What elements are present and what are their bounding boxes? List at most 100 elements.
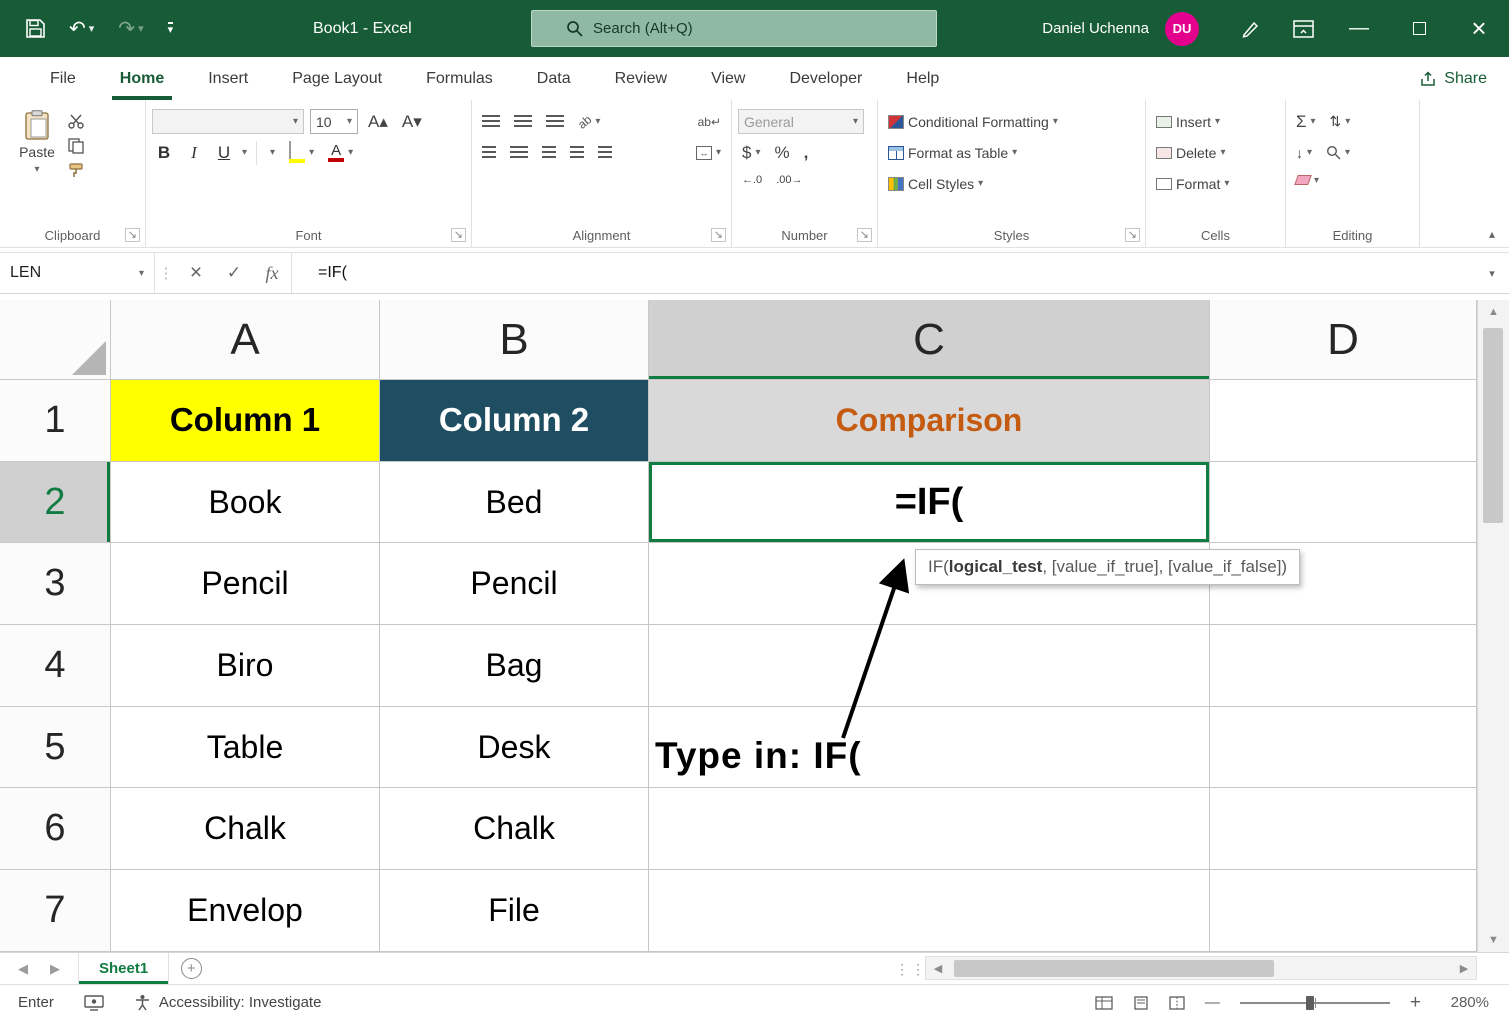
fill-color-button[interactable]: ▾ [285,140,318,165]
font-color-button[interactable]: A▾ [324,142,357,164]
conditional-formatting-button[interactable]: Conditional Formatting▾ [884,112,1062,132]
row-header-7[interactable]: 7 [0,870,111,952]
collapse-ribbon-icon[interactable]: ▴ [1489,227,1495,241]
user-name[interactable]: Daniel Uchenna [1042,20,1149,37]
cell-C1[interactable]: Comparison [649,380,1210,462]
scroll-left-icon[interactable]: ◀ [926,962,950,975]
undo-button[interactable]: ↶▾ [69,16,94,41]
tab-developer[interactable]: Developer [767,57,884,100]
decrease-decimal-button[interactable]: .00→ [772,172,806,188]
font-dialog-launcher-icon[interactable]: ↘ [451,228,466,242]
alignment-dialog-launcher-icon[interactable]: ↘ [711,228,726,242]
underline-dropdown-icon[interactable]: ▾ [242,147,247,158]
tab-file[interactable]: File [28,57,98,100]
cell-B1[interactable]: Column 2 [380,380,649,462]
cell-A4[interactable]: Biro [111,625,380,707]
cut-button[interactable] [68,114,85,129]
tab-home[interactable]: Home [98,57,186,100]
align-left-button[interactable] [478,144,500,161]
share-button[interactable]: Share [1420,57,1487,100]
cell-B3[interactable]: Pencil [380,543,649,625]
previous-sheet-icon[interactable]: ◀ [18,961,28,977]
normal-view-icon[interactable] [1095,996,1113,1010]
align-middle-button[interactable] [510,113,536,130]
page-layout-view-icon[interactable] [1133,996,1149,1010]
decrease-font-size-button[interactable]: A▾ [398,110,426,134]
bold-button[interactable]: B [152,143,176,163]
search-box[interactable]: Search (Alt+Q) [531,10,937,47]
redo-button[interactable]: ↷▾ [118,16,143,41]
autosum-button[interactable]: Σ▾ [1292,110,1320,134]
accessibility-status[interactable]: Accessibility: Investigate [134,994,322,1011]
align-top-button[interactable] [478,113,504,130]
cell-C4[interactable] [649,625,1210,707]
increase-decimal-button[interactable]: ←.0 [738,172,766,188]
find-select-button[interactable]: ▾ [1322,143,1354,162]
merge-center-button[interactable]: ↔▾ [692,144,725,162]
horizontal-scrollbar[interactable]: ◀ ▶ [925,956,1477,980]
formula-input[interactable]: =IF( [291,253,1475,293]
cell-B7[interactable]: File [380,870,649,952]
cell-D5[interactable] [1210,707,1477,789]
customize-quick-access-toolbar-icon[interactable]: ▾ [168,22,174,35]
column-header-B[interactable]: B [380,300,649,380]
decrease-indent-button[interactable] [566,144,588,161]
fill-button[interactable]: ↓▾ [1292,143,1316,163]
wrap-text-button[interactable]: ab↵ [694,113,725,131]
font-size-combobox[interactable]: 10▾ [310,109,358,134]
cell-C6[interactable] [649,788,1210,870]
cell-D1[interactable] [1210,380,1477,462]
ribbon-display-options-icon[interactable] [1277,0,1329,57]
new-sheet-button[interactable]: + [169,953,213,984]
redo-dropdown-icon[interactable]: ▾ [138,22,144,35]
orientation-button[interactable]: ab▾ [574,113,604,131]
paste-dropdown-icon[interactable]: ▾ [34,164,39,175]
cancel-button[interactable]: × [177,253,215,293]
close-button[interactable]: × [1449,0,1509,57]
row-header-3[interactable]: 3 [0,543,111,625]
cell-D7[interactable] [1210,870,1477,952]
clipboard-dialog-launcher-icon[interactable]: ↘ [125,228,140,242]
tab-data[interactable]: Data [515,57,593,100]
format-cells-button[interactable]: Format▾ [1152,174,1233,194]
column-header-D[interactable]: D [1210,300,1477,380]
avatar[interactable]: DU [1165,12,1199,46]
cell-D2[interactable] [1210,462,1477,544]
format-as-table-button[interactable]: Format as Table▾ [884,143,1021,163]
row-header-1[interactable]: 1 [0,380,111,462]
cell-styles-button[interactable]: Cell Styles▾ [884,174,987,194]
row-header-6[interactable]: 6 [0,788,111,870]
borders-button[interactable]: ▾ [266,145,279,160]
underline-button[interactable]: U [212,143,236,163]
tab-bar-resize-handle[interactable]: ⋮⋮ [895,953,927,985]
column-header-A[interactable]: A [111,300,380,380]
enter-button[interactable]: ✓ [215,253,253,293]
ink-pen-icon[interactable] [1225,0,1277,57]
cell-D4[interactable] [1210,625,1477,707]
paste-button[interactable]: Paste ▾ [6,106,68,178]
cell-A1[interactable]: Column 1 [111,380,380,462]
styles-dialog-launcher-icon[interactable]: ↘ [1125,228,1140,242]
insert-cells-button[interactable]: Insert▾ [1152,112,1224,132]
align-bottom-button[interactable] [542,113,568,130]
zoom-percentage[interactable]: 280% [1441,994,1489,1011]
name-box[interactable]: LEN ▾ [0,253,155,293]
cell-D6[interactable] [1210,788,1477,870]
select-all-button[interactable] [0,300,111,380]
sheet-tab-sheet1[interactable]: Sheet1 [78,953,169,984]
row-header-2[interactable]: 2 [0,462,111,544]
number-dialog-launcher-icon[interactable]: ↘ [857,228,872,242]
name-box-dropdown-icon[interactable]: ▾ [139,268,144,279]
cell-A5[interactable]: Table [111,707,380,789]
tab-insert[interactable]: Insert [186,57,270,100]
cell-B5[interactable]: Desk [380,707,649,789]
number-format-combobox[interactable]: General▾ [738,109,864,134]
cell-C2-active[interactable]: =IF( [649,462,1210,544]
maximize-button[interactable] [1389,0,1449,57]
font-name-combobox[interactable]: ▾ [152,109,304,134]
tab-review[interactable]: Review [593,57,689,100]
tab-view[interactable]: View [689,57,767,100]
align-center-button[interactable] [506,144,532,161]
copy-button[interactable] [68,138,85,154]
zoom-slider[interactable] [1240,1002,1390,1004]
